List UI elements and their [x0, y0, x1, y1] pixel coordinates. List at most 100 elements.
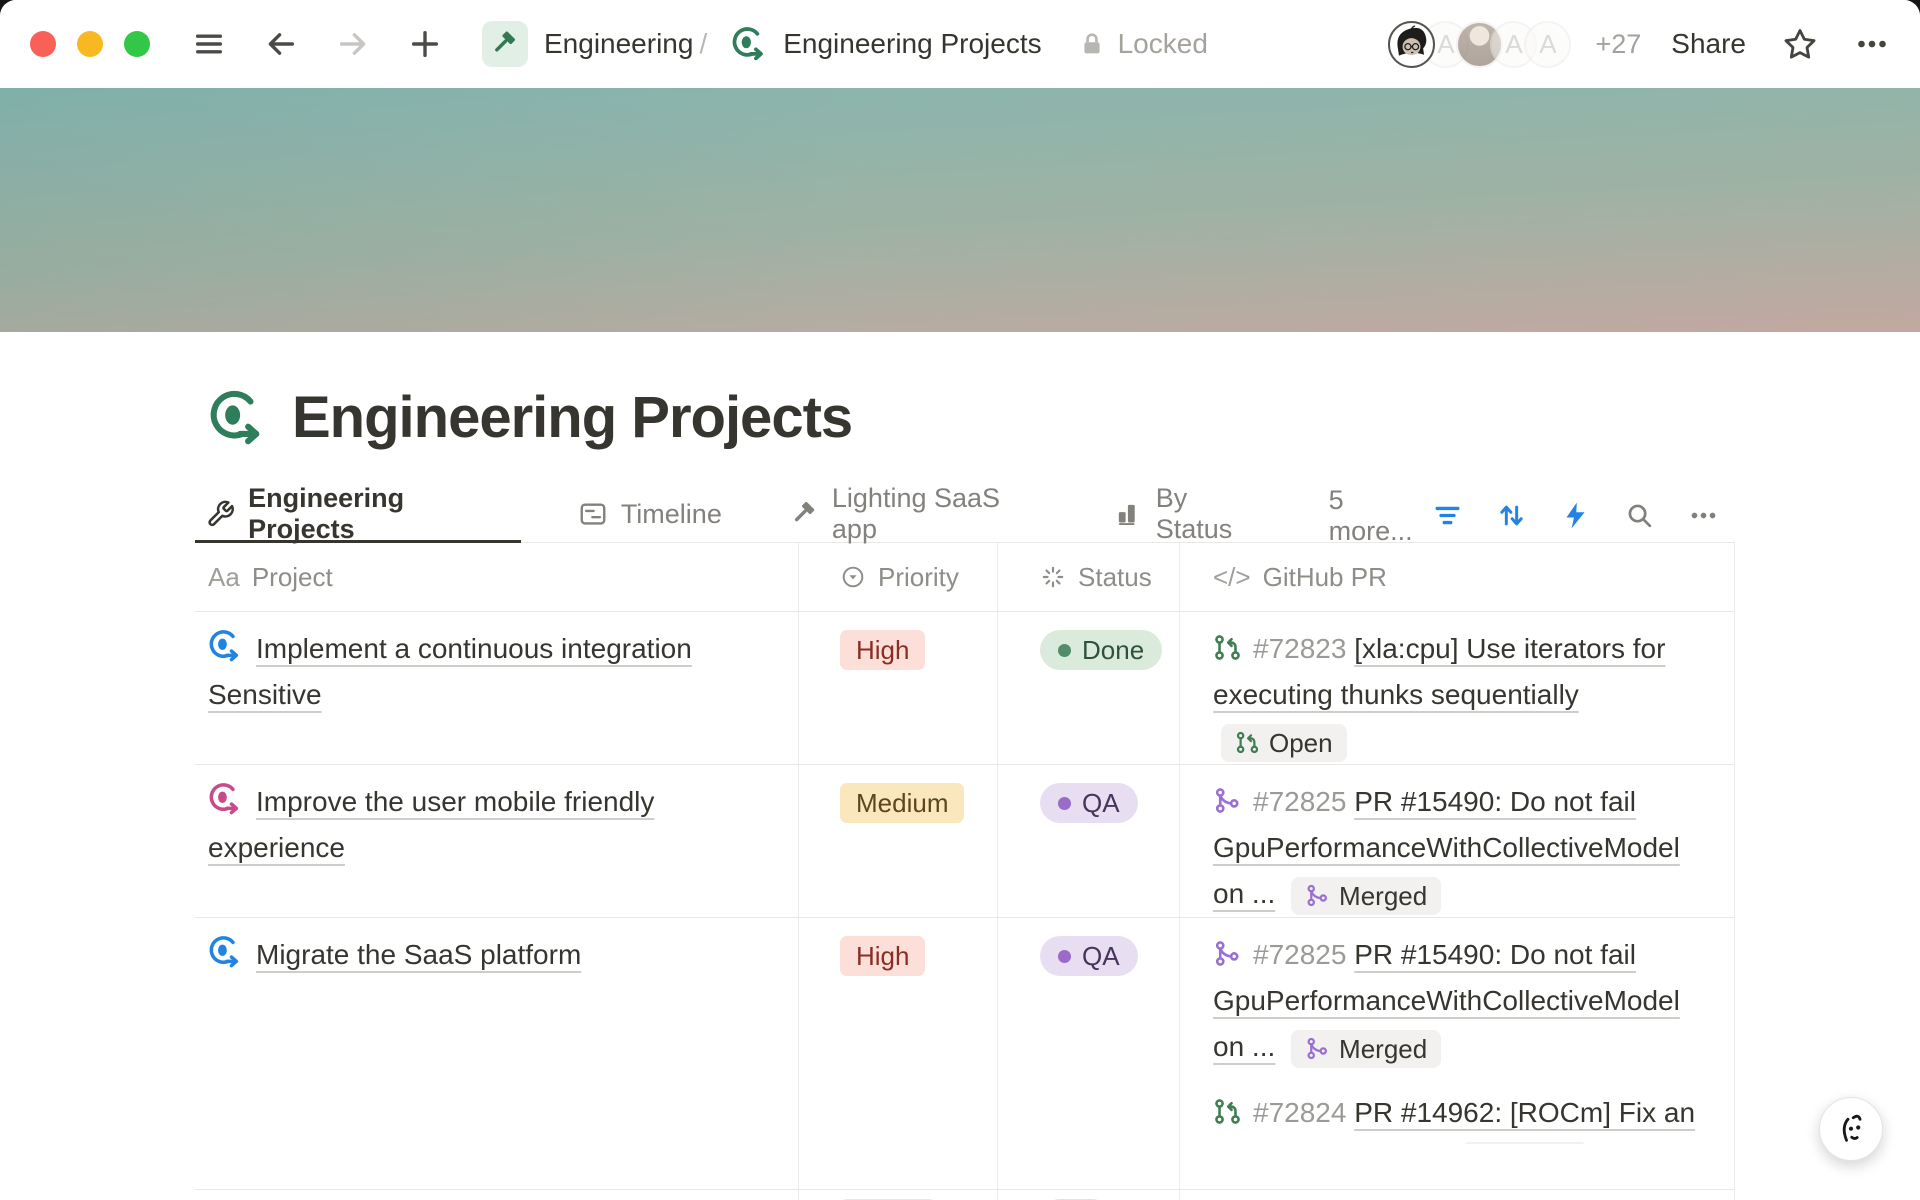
status-cell: QA: [998, 918, 1180, 1189]
status-dot: [1058, 950, 1071, 963]
status-pill[interactable]: Done: [1040, 630, 1162, 670]
priority-cell: High: [799, 612, 998, 764]
pr-state-label: Open: [1510, 1138, 1574, 1144]
tab-lighting-saas-app[interactable]: Lighting SaaS app: [779, 489, 1057, 543]
priority-tag[interactable]: High: [840, 630, 925, 670]
priority-cell: Medium: [799, 765, 998, 917]
project-link[interactable]: Implement a continuous integration Sensi…: [208, 645, 692, 708]
tab-timeline[interactable]: Timeline: [567, 489, 733, 543]
tab-by-status[interactable]: By Status: [1103, 489, 1279, 543]
page-icon[interactable]: [208, 389, 266, 447]
github-pr-cell: #72823 [xla:cpu] Use iterators for execu…: [1180, 612, 1735, 764]
filter-icon[interactable]: [1432, 500, 1463, 531]
pr-number: #72825: [1253, 939, 1346, 970]
page-title: Engineering Projects: [292, 384, 852, 451]
breadcrumb-separator: /: [699, 28, 707, 60]
pull-request-open-icon: [1213, 633, 1242, 662]
hammer-icon: [790, 499, 819, 529]
project-icon: [208, 935, 242, 969]
sort-icon[interactable]: [1496, 500, 1527, 531]
hammer-icon: [490, 29, 520, 59]
pr-number: #72824: [1253, 1097, 1346, 1128]
locked-label: Locked: [1118, 28, 1208, 60]
share-button[interactable]: Share: [1671, 28, 1746, 60]
status-cell: [998, 1190, 1180, 1200]
github-pr-entry: #72823 [xla:cpu] Use iterators for execu…: [1213, 626, 1702, 764]
project-link[interactable]: Improve the user mobile friendly experie…: [208, 798, 654, 861]
ai-face-icon: [1833, 1111, 1869, 1147]
column-header-project[interactable]: Aa Project: [195, 543, 799, 611]
pr-state-badge[interactable]: Open: [1462, 1142, 1588, 1144]
forward-arrow-icon[interactable]: [336, 27, 370, 61]
chart-icon: [1114, 499, 1143, 529]
git-merge-icon: [1305, 1036, 1330, 1061]
priority-cell: High: [799, 918, 998, 1189]
avatar-overflow-count[interactable]: +27: [1595, 29, 1641, 60]
minimize-window-button[interactable]: [77, 31, 103, 57]
select-property-icon: [840, 564, 866, 590]
column-header-github-pr[interactable]: </> GitHub PR: [1180, 543, 1735, 611]
timeline-icon: [578, 499, 608, 529]
project-cell: Implement a continuous integration Sensi…: [195, 612, 799, 764]
pr-state-badge[interactable]: Merged: [1291, 877, 1441, 915]
close-window-button[interactable]: [30, 31, 56, 57]
tab-engineering-projects[interactable]: Engineering Projects: [195, 489, 521, 543]
ai-assistant-button[interactable]: [1819, 1097, 1883, 1161]
status-label: Done: [1082, 635, 1144, 666]
automation-bolt-icon[interactable]: [1560, 500, 1591, 531]
git-merge-icon: [1305, 883, 1330, 908]
status-property-icon: [1040, 564, 1066, 590]
pr-number: #72825: [1253, 786, 1346, 817]
priority-tag[interactable]: Medium: [840, 783, 964, 823]
project-title: Improve the user mobile friendly experie…: [208, 786, 654, 863]
menu-icon[interactable]: [192, 27, 226, 61]
github-pr-entry: #72825 PR #15490: Do not fail GpuPerform…: [1213, 779, 1702, 917]
breadcrumb-workspace-tile[interactable]: [482, 21, 528, 67]
pull-request-open-icon: [1235, 730, 1260, 755]
git-merge-icon: [1213, 786, 1242, 815]
project-cell: Improve the user mobile friendly experie…: [195, 765, 799, 917]
project-title: Implement a continuous integration Sensi…: [208, 633, 692, 710]
zoom-window-button[interactable]: [124, 31, 150, 57]
new-page-plus-icon[interactable]: [408, 27, 442, 61]
status-dot: [1058, 644, 1071, 657]
traffic-lights: [30, 31, 150, 57]
status-cell: QA: [998, 765, 1180, 917]
breadcrumb-section[interactable]: Engineering: [544, 28, 693, 60]
status-pill[interactable]: QA: [1040, 936, 1138, 976]
github-pr-cell: [1180, 1190, 1735, 1200]
column-header-priority[interactable]: Priority: [799, 543, 998, 611]
view-options-icon[interactable]: [1688, 500, 1719, 531]
favorite-star-icon[interactable]: [1782, 26, 1818, 62]
more-options-icon[interactable]: [1854, 26, 1890, 62]
status-dot: [1058, 797, 1071, 810]
priority-cell: [799, 1190, 998, 1200]
pr-state-badge[interactable]: Merged: [1291, 1030, 1441, 1068]
github-pr-list: #72823 [xla:cpu] Use iterators for execu…: [1213, 626, 1702, 764]
github-pr-cell: #72825 PR #15490: Do not fail GpuPerform…: [1180, 765, 1735, 917]
pr-number: #72823: [1253, 633, 1346, 664]
table-body: Implement a continuous integration Sensi…: [195, 612, 1735, 1200]
back-arrow-icon[interactable]: [264, 27, 298, 61]
search-icon[interactable]: [1624, 500, 1655, 531]
table-row: Implement a continuous integration Sensi…: [195, 612, 1735, 765]
page-cover: [0, 88, 1920, 332]
project-link[interactable]: Migrate the SaaS platform: [208, 951, 581, 968]
avatar: A: [1524, 21, 1571, 68]
collaborator-avatars[interactable]: A A A: [1388, 21, 1571, 68]
page-header: Engineering Projects: [195, 384, 1735, 451]
github-pr-list: #72825 PR #15490: Do not fail GpuPerform…: [1213, 932, 1702, 1144]
pr-state-badge[interactable]: Open: [1221, 724, 1347, 762]
status-pill[interactable]: QA: [1040, 783, 1138, 823]
github-pr-entry: #72825 PR #15490: Do not fail GpuPerform…: [1213, 932, 1702, 1070]
pr-state-label: Merged: [1339, 1026, 1427, 1072]
breadcrumb-page[interactable]: Engineering Projects: [783, 28, 1041, 60]
column-header-status[interactable]: Status: [998, 543, 1180, 611]
priority-tag[interactable]: High: [840, 936, 925, 976]
table-row: [195, 1190, 1735, 1200]
locked-indicator[interactable]: Locked: [1078, 28, 1208, 60]
code-property-icon: </>: [1213, 562, 1251, 593]
github-pr-list: #72825 PR #15490: Do not fail GpuPerform…: [1213, 779, 1702, 917]
more-views-button[interactable]: 5 more...: [1329, 485, 1432, 547]
table-header: Aa Project Priority Status </> GitHub PR: [195, 543, 1735, 612]
